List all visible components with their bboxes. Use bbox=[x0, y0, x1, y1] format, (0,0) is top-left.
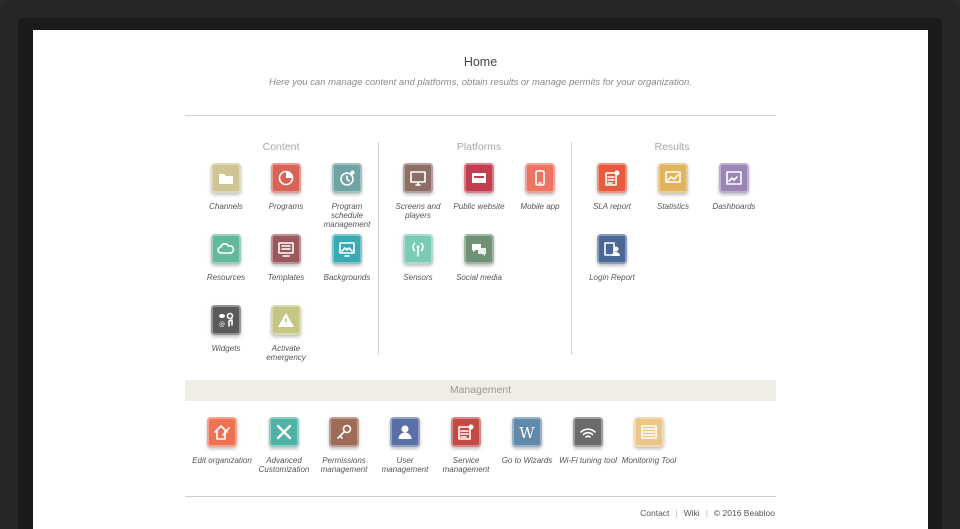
nav-tile[interactable]: Templates bbox=[254, 234, 318, 282]
footer: Contact | Wiki | © 2016 Beabloo bbox=[640, 508, 775, 518]
pie-chart-icon[interactable] bbox=[271, 163, 301, 193]
tile-label[interactable]: Sensors bbox=[386, 273, 450, 282]
tile-label[interactable]: User management bbox=[373, 456, 437, 474]
key-icon[interactable] bbox=[329, 417, 359, 447]
app-screen: Home Here you can manage content and pla… bbox=[33, 30, 928, 529]
nav-tile[interactable]: Permissions management bbox=[312, 417, 376, 474]
tile-label[interactable]: Go to Wizards bbox=[495, 456, 559, 465]
tile-label[interactable]: Backgrounds bbox=[315, 273, 379, 282]
tile-label[interactable]: Monitoring Tool bbox=[617, 456, 681, 465]
tile-label[interactable]: Wi-Fi tuning tool bbox=[556, 456, 620, 465]
dashboard-icon[interactable] bbox=[719, 163, 749, 193]
template-icon[interactable] bbox=[271, 234, 301, 264]
wizard-icon[interactable]: W bbox=[512, 417, 542, 447]
nav-tile[interactable]: SLA report bbox=[580, 163, 644, 211]
svg-text:@: @ bbox=[219, 321, 225, 328]
tile-label[interactable]: Statistics bbox=[641, 202, 705, 211]
wifi-icon[interactable] bbox=[573, 417, 603, 447]
results-section-title: Results bbox=[654, 141, 690, 153]
nav-tile[interactable]: Screens and players bbox=[386, 163, 450, 220]
monitor-icon[interactable] bbox=[403, 163, 433, 193]
service-icon[interactable] bbox=[451, 417, 481, 447]
contact-link[interactable]: Contact bbox=[640, 508, 669, 518]
warning-icon[interactable] bbox=[271, 305, 301, 335]
chat-icon[interactable] bbox=[464, 234, 494, 264]
top-divider bbox=[185, 115, 776, 116]
nav-tile[interactable]: @ Widgets bbox=[194, 305, 258, 353]
user-icon[interactable] bbox=[390, 417, 420, 447]
nav-tile[interactable]: Public website bbox=[447, 163, 511, 211]
tile-label[interactable]: Permissions management bbox=[312, 456, 376, 474]
background-icon[interactable] bbox=[332, 234, 362, 264]
tile-label[interactable]: Advanced Customization bbox=[252, 456, 316, 474]
bottom-divider bbox=[185, 496, 776, 497]
edit-home-icon[interactable] bbox=[207, 417, 237, 447]
tile-label[interactable]: Mobile app bbox=[508, 202, 572, 211]
user-report-icon[interactable] bbox=[597, 234, 627, 264]
nav-tile[interactable]: Mobile app bbox=[508, 163, 572, 211]
nav-tile[interactable]: Program schedule management bbox=[315, 163, 379, 229]
nav-tile[interactable]: Social media bbox=[447, 234, 511, 282]
tile-label[interactable]: Program schedule management bbox=[315, 202, 379, 229]
tile-label[interactable]: Social media bbox=[447, 273, 511, 282]
content-section-title: Content bbox=[262, 141, 300, 153]
nav-tile[interactable]: Programs bbox=[254, 163, 318, 211]
nav-tile[interactable]: Resources bbox=[194, 234, 258, 282]
nav-tile[interactable]: Backgrounds bbox=[315, 234, 379, 282]
wiki-link[interactable]: Wiki bbox=[684, 508, 700, 518]
tile-label[interactable]: Channels bbox=[194, 202, 258, 211]
platforms-section-title: Platforms bbox=[456, 141, 502, 153]
nav-tile[interactable]: Service management bbox=[434, 417, 498, 474]
nav-tile[interactable]: Login Report bbox=[580, 234, 644, 282]
cloud-icon[interactable] bbox=[211, 234, 241, 264]
tile-label[interactable]: Dashboards bbox=[702, 202, 766, 211]
report-icon[interactable] bbox=[597, 163, 627, 193]
copyright-text: © 2016 Beabloo bbox=[713, 508, 775, 518]
website-icon[interactable] bbox=[464, 163, 494, 193]
nav-tile[interactable]: Statistics bbox=[641, 163, 705, 211]
nav-tile[interactable]: User management bbox=[373, 417, 437, 474]
widgets-icon[interactable]: @ bbox=[211, 305, 241, 335]
tile-label[interactable]: Screens and players bbox=[386, 202, 450, 220]
tile-label[interactable]: Edit organization bbox=[190, 456, 254, 465]
nav-tile[interactable]: Dashboards bbox=[702, 163, 766, 211]
tile-label[interactable]: Public website bbox=[447, 202, 511, 211]
tile-label[interactable]: Resources bbox=[194, 273, 258, 282]
page-title: Home bbox=[463, 55, 498, 69]
tile-label[interactable]: Service management bbox=[434, 456, 498, 474]
footer-separator: | bbox=[705, 508, 708, 518]
mobile-icon[interactable] bbox=[525, 163, 555, 193]
sensor-icon[interactable] bbox=[403, 234, 433, 264]
statistics-icon[interactable] bbox=[658, 163, 688, 193]
tile-label[interactable]: SLA report bbox=[580, 202, 644, 211]
nav-tile[interactable]: Sensors bbox=[386, 234, 450, 282]
tile-label[interactable]: Programs bbox=[254, 202, 318, 211]
management-section-title: Management bbox=[185, 380, 776, 401]
tile-label[interactable]: Widgets bbox=[194, 344, 258, 353]
nav-tile[interactable]: Edit organization bbox=[190, 417, 254, 465]
nav-tile[interactable]: Activate emergency bbox=[254, 305, 318, 362]
folder-icon[interactable] bbox=[211, 163, 241, 193]
schedule-icon[interactable] bbox=[332, 163, 362, 193]
monitoring-icon[interactable] bbox=[634, 417, 664, 447]
nav-tile[interactable]: Monitoring Tool bbox=[617, 417, 681, 465]
tools-icon[interactable] bbox=[269, 417, 299, 447]
svg-text:W: W bbox=[519, 424, 535, 442]
nav-tile[interactable]: Channels bbox=[194, 163, 258, 211]
nav-tile[interactable]: W Go to Wizards bbox=[495, 417, 559, 465]
footer-separator: | bbox=[675, 508, 678, 518]
nav-tile[interactable]: Wi-Fi tuning tool bbox=[556, 417, 620, 465]
tile-label[interactable]: Templates bbox=[254, 273, 318, 282]
tile-label[interactable]: Login Report bbox=[580, 273, 644, 282]
nav-tile[interactable]: Advanced Customization bbox=[252, 417, 316, 474]
page-subtitle: Here you can manage content and platform… bbox=[269, 77, 692, 88]
tile-label[interactable]: Activate emergency bbox=[254, 344, 318, 362]
